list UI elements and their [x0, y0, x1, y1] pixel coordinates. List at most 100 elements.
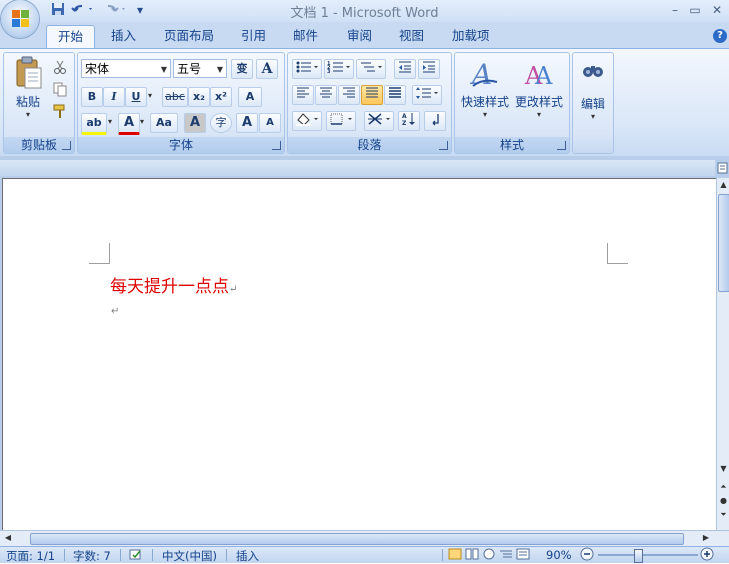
align-left-icon[interactable]: [292, 85, 314, 105]
tab-home[interactable]: 开始: [46, 25, 96, 50]
underline-button[interactable]: U: [125, 87, 147, 107]
office-button[interactable]: [1, 0, 39, 38]
font-launcher-icon[interactable]: [272, 141, 281, 150]
outline-view-icon[interactable]: [499, 548, 513, 563]
browse-object-icon[interactable]: ●: [718, 496, 729, 508]
justify-icon[interactable]: [361, 85, 383, 105]
change-case-button[interactable]: Aa: [150, 113, 178, 133]
font-name-combo[interactable]: 宋体 ▼: [81, 59, 171, 78]
decrease-indent-icon[interactable]: [394, 59, 416, 79]
print-layout-view-icon[interactable]: [448, 548, 462, 563]
scroll-right-icon[interactable]: ▶: [700, 533, 712, 545]
tab-review[interactable]: 审阅: [336, 25, 383, 47]
save-icon[interactable]: [50, 2, 66, 18]
cut-icon[interactable]: [52, 59, 68, 75]
font-group: 宋体 ▼ 五号 ▼ 变 A B I U ▾ abc x₂ x² A ab ▾ A ▾…: [77, 52, 285, 154]
vertical-scroll-thumb[interactable]: [718, 194, 729, 292]
web-layout-icon[interactable]: [482, 548, 496, 563]
pinyin-guide-button[interactable]: 变: [231, 59, 253, 79]
copy-icon[interactable]: [52, 81, 68, 97]
font-color-button[interactable]: A: [118, 113, 140, 135]
chevron-down-icon: ▼: [216, 65, 223, 74]
char-border-button[interactable]: A: [256, 59, 278, 79]
zoom-level[interactable]: 90%: [546, 548, 572, 562]
horizontal-scrollbar[interactable]: ◀ ▶: [0, 530, 729, 547]
numbering-icon[interactable]: 123: [324, 59, 354, 79]
tab-view[interactable]: 视图: [388, 25, 435, 47]
subscript-button[interactable]: x₂: [188, 87, 210, 107]
tab-page-layout[interactable]: 页面布局: [153, 25, 225, 47]
draft-view-icon[interactable]: [516, 548, 530, 563]
quick-styles-button[interactable]: A 快速样式 ▾: [458, 57, 512, 125]
tab-addins[interactable]: 加载项: [441, 25, 501, 47]
align-center-icon[interactable]: [315, 85, 337, 105]
editing-button[interactable]: 编辑 ▾: [575, 57, 611, 149]
line-spacing-icon[interactable]: [412, 85, 442, 105]
format-painter-icon[interactable]: [52, 103, 68, 119]
highlight-button[interactable]: ab: [81, 113, 107, 135]
zoom-in-icon[interactable]: [700, 547, 714, 564]
document-page[interactable]: [2, 178, 717, 532]
clear-formatting-button[interactable]: A: [238, 87, 262, 107]
paragraph-mark-icon: ↵: [111, 306, 120, 317]
bold-button[interactable]: B: [81, 87, 103, 107]
font-group-label: 字体: [78, 137, 284, 153]
show-marks-icon[interactable]: [424, 111, 446, 131]
undo-icon[interactable]: [70, 2, 96, 18]
italic-button[interactable]: I: [103, 87, 125, 107]
multilevel-list-icon[interactable]: [356, 59, 386, 79]
paragraph-launcher-icon[interactable]: [439, 141, 448, 150]
binoculars-icon: [583, 66, 603, 77]
zoom-slider-thumb[interactable]: [634, 549, 643, 563]
ruler-toggle-icon[interactable]: [716, 160, 729, 176]
highlight-dropdown-icon[interactable]: ▾: [108, 117, 112, 126]
change-styles-button[interactable]: A A 更改样式 ▾: [512, 57, 566, 125]
increase-indent-icon[interactable]: [418, 59, 440, 79]
document-text[interactable]: 每天提升一点点: [110, 277, 229, 297]
redo-icon[interactable]: [103, 2, 129, 18]
scroll-up-icon[interactable]: ▲: [718, 180, 729, 192]
next-page-icon[interactable]: ⏷: [718, 510, 729, 522]
distribute-icon[interactable]: [384, 85, 406, 105]
scroll-down-icon[interactable]: ▼: [718, 464, 729, 476]
horizontal-scroll-thumb[interactable]: [30, 533, 684, 545]
font-color-dropdown-icon[interactable]: ▾: [140, 117, 144, 126]
zoom-slider-track[interactable]: [598, 554, 698, 556]
enclose-char-button[interactable]: 字: [210, 113, 232, 133]
help-icon[interactable]: ?: [713, 29, 727, 43]
customize-qat-button[interactable]: ▾: [134, 2, 146, 18]
underline-dropdown-icon[interactable]: ▾: [148, 91, 152, 100]
superscript-button[interactable]: x²: [210, 87, 232, 107]
minimize-button[interactable]: –: [666, 3, 684, 17]
restore-button[interactable]: ▭: [686, 3, 704, 17]
shrink-font-button[interactable]: A: [259, 113, 281, 133]
borders-icon[interactable]: [326, 111, 356, 131]
tab-insert[interactable]: 插入: [100, 25, 147, 47]
previous-page-icon[interactable]: ⏶: [718, 482, 729, 494]
clipboard-launcher-icon[interactable]: [62, 141, 71, 150]
char-shading-button[interactable]: A: [184, 113, 206, 133]
sort-icon[interactable]: AZ: [398, 111, 420, 131]
paste-button[interactable]: 粘贴 ▾: [8, 55, 48, 123]
change-styles-label: 更改样式: [514, 95, 563, 109]
shading-icon[interactable]: [292, 111, 322, 131]
zoom-out-icon[interactable]: [580, 547, 594, 564]
styles-launcher-icon[interactable]: [557, 141, 566, 150]
paragraph-group: 123 AZ 段落: [287, 52, 452, 154]
vertical-scrollbar[interactable]: ▲ ▼ ⏶ ● ⏷: [716, 178, 729, 530]
grow-font-button[interactable]: A: [236, 113, 258, 133]
tab-references[interactable]: 引用: [230, 25, 277, 47]
office-logo-icon: [12, 10, 29, 27]
close-button[interactable]: ✕: [708, 3, 726, 17]
font-size-combo[interactable]: 五号 ▼: [173, 59, 227, 78]
full-screen-reading-icon[interactable]: [465, 548, 479, 563]
align-right-icon[interactable]: [338, 85, 360, 105]
change-styles-icon: A A: [524, 62, 553, 90]
strikethrough-button[interactable]: abc: [162, 87, 188, 107]
tab-mailings[interactable]: 邮件: [282, 25, 329, 47]
document-text-line[interactable]: 每天提升一点点↵: [110, 272, 237, 297]
chinese-layout-icon[interactable]: [364, 111, 394, 131]
svg-text:Z: Z: [402, 120, 407, 126]
bullets-icon[interactable]: [292, 59, 322, 79]
scroll-left-icon[interactable]: ◀: [2, 533, 14, 545]
